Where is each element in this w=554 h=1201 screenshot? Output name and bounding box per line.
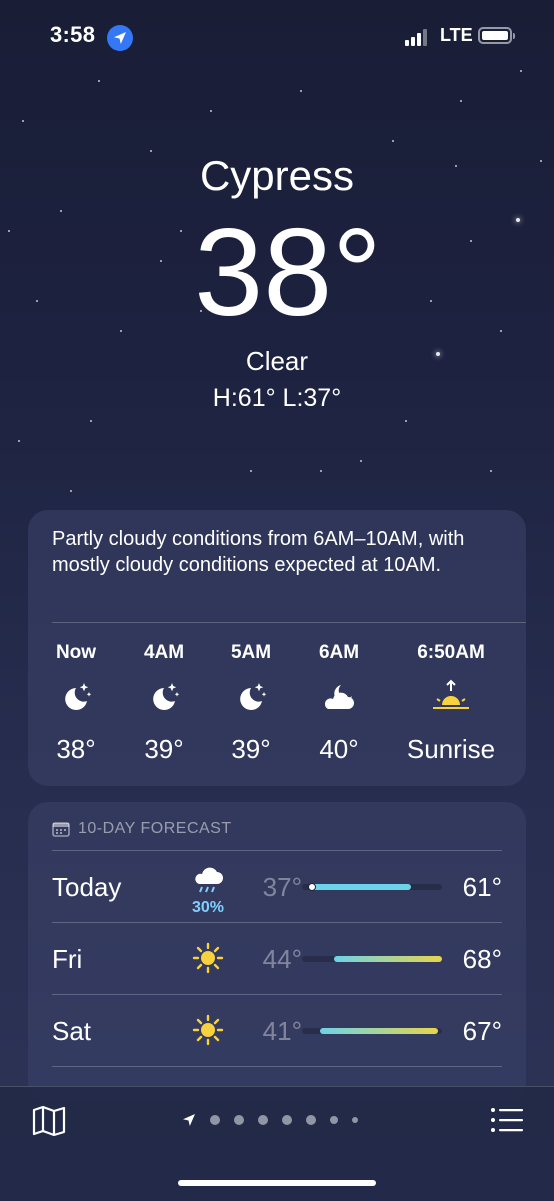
- hour-item: 6:50AM Sunrise: [396, 642, 506, 765]
- hour-temperature: Sunrise: [406, 734, 496, 764]
- forecast-low: 41°: [262, 1016, 302, 1046]
- page-dot[interactable]: [234, 1115, 244, 1125]
- divider: [52, 922, 502, 923]
- page-dot[interactable]: [306, 1115, 316, 1125]
- page-dot[interactable]: [258, 1115, 268, 1125]
- hour-label: 5AM: [230, 642, 272, 663]
- calendar-icon: [52, 822, 70, 837]
- list-icon: [491, 1108, 523, 1132]
- status-bar: 3:58 LTE: [0, 0, 554, 76]
- hour-temperature: 40°: [319, 734, 359, 764]
- temperature-range-bar: [302, 1028, 442, 1034]
- sunrise-icon: [396, 676, 506, 716]
- sun-icon: [192, 1014, 224, 1046]
- temperature-range-fill: [320, 1028, 438, 1034]
- battery-icon: [478, 27, 515, 44]
- high-low: H:61° L:37°: [212, 384, 342, 412]
- status-time: 3:58: [50, 22, 96, 47]
- page-dot[interactable]: [352, 1117, 358, 1123]
- precipitation-chance: 30%: [191, 899, 225, 916]
- network-type: LTE: [440, 25, 473, 45]
- temperature-range-fill: [309, 884, 412, 890]
- forecast-row[interactable]: Fri 44° 68°: [52, 924, 502, 996]
- divider: [52, 850, 502, 851]
- hour-item: 4AM 39°: [124, 642, 204, 765]
- ten-day-forecast-card[interactable]: 10-DAY FORECAST Today 30% 37° 61° Fri 44…: [28, 802, 526, 1102]
- hour-item: 5AM 39°: [211, 642, 291, 765]
- hour-temperature: 39°: [144, 734, 184, 764]
- city-name: Cypress: [199, 152, 355, 199]
- sun-icon: [192, 942, 224, 974]
- forecast-row[interactable]: Today 30% 37° 61°: [52, 852, 502, 924]
- current-temperature-dot: [307, 883, 316, 891]
- hour-label: Now: [55, 642, 97, 663]
- forecast-day: Today: [52, 872, 122, 902]
- hour-item: Now 38°: [36, 642, 116, 765]
- forecast-high: 68°: [462, 944, 502, 974]
- location-arrow-icon: [107, 25, 133, 51]
- moon-stars-icon: [36, 676, 116, 716]
- cloud-rain-icon: [195, 867, 223, 893]
- city-list-button[interactable]: [490, 1107, 524, 1138]
- current-condition: Clear: [245, 346, 309, 376]
- divider: [52, 1066, 502, 1067]
- temperature-range-fill: [334, 956, 442, 962]
- hourly-forecast-card[interactable]: Partly cloudy conditions from 6AM–10AM, …: [28, 510, 526, 786]
- map-button[interactable]: [32, 1105, 66, 1142]
- current-temperature: 38°: [194, 204, 382, 342]
- home-indicator: [178, 1180, 376, 1186]
- page-indicator[interactable]: [182, 1113, 358, 1127]
- hour-item: 6AM 40°: [299, 642, 379, 765]
- cellular-signal-icon: [405, 28, 435, 46]
- divider: [52, 622, 526, 623]
- page-dot[interactable]: [210, 1115, 220, 1125]
- page-dot[interactable]: [282, 1115, 292, 1125]
- forecast-summary: Partly cloudy conditions from 6AM–10AM, …: [52, 528, 465, 576]
- location-arrow-icon: [183, 1114, 195, 1126]
- moon-stars-icon: [124, 676, 204, 716]
- forecast-row[interactable]: Sat 41° 67°: [52, 996, 502, 1068]
- map-icon: [32, 1105, 66, 1137]
- temperature-range-bar: [302, 956, 442, 962]
- moon-stars-icon: [211, 676, 291, 716]
- forecast-day: Sat: [52, 1016, 92, 1046]
- forecast-heading: 10-DAY FORECAST: [52, 820, 232, 838]
- page-dot[interactable]: [330, 1116, 338, 1124]
- forecast-low: 37°: [262, 872, 302, 902]
- hour-label: 6:50AM: [417, 642, 485, 663]
- forecast-low: 44°: [262, 944, 302, 974]
- forecast-day: Fri: [52, 944, 83, 974]
- hour-temperature: 38°: [56, 734, 96, 764]
- hour-label: 4AM: [143, 642, 185, 663]
- divider: [52, 994, 502, 995]
- hour-temperature: 39°: [231, 734, 271, 764]
- temperature-range-bar: [302, 883, 442, 891]
- cloud-moon-icon: [299, 676, 379, 716]
- forecast-high: 61°: [462, 872, 502, 902]
- hour-label: 6AM: [318, 642, 360, 663]
- forecast-high: 67°: [462, 1016, 502, 1046]
